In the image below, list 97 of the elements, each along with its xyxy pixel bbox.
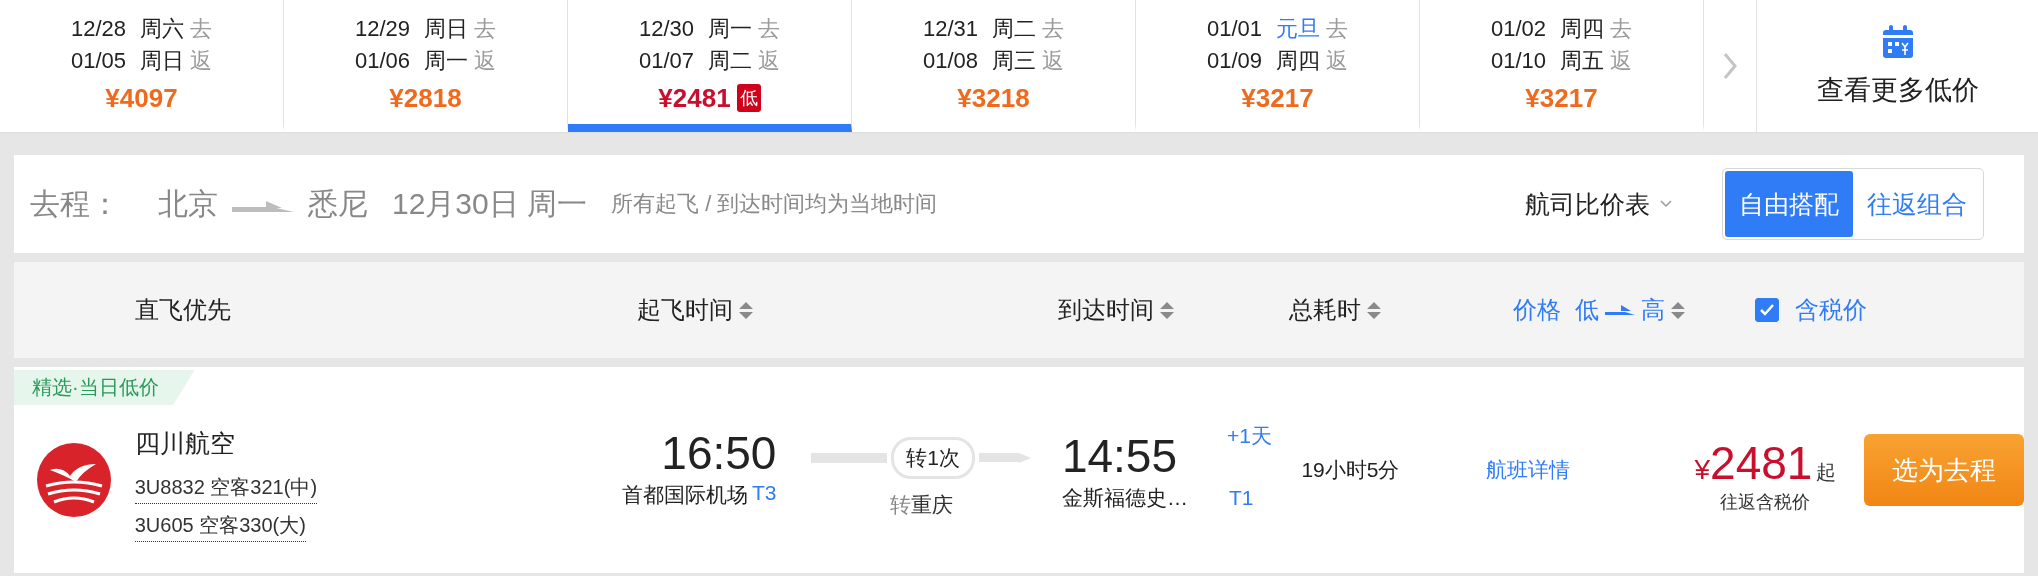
airline-compare-dropdown[interactable]: 航司比价表 bbox=[1525, 187, 1672, 221]
dropdown-label: 航司比价表 bbox=[1525, 188, 1650, 220]
date-tab[interactable]: 12/30 周一 去 01/07 周二 返 ¥2481 低 bbox=[568, 0, 852, 132]
transfer-label: 转 bbox=[889, 493, 911, 516]
airport-name: 金斯福德史… bbox=[1061, 485, 1189, 511]
date-text: 12/28 bbox=[70, 15, 127, 43]
date-tab[interactable]: 01/02 周四 去 01/10 周五 返 ¥3217 bbox=[1420, 0, 1704, 132]
departure-time: 16:50 bbox=[661, 426, 777, 481]
sort-option[interactable]: 直飞优先 bbox=[135, 294, 231, 326]
route-arrow-icon bbox=[232, 199, 294, 213]
date-text: 12/31 bbox=[922, 15, 979, 43]
weekday-text: 元旦 bbox=[1276, 15, 1321, 43]
trip-label: 去 bbox=[758, 15, 781, 43]
flight-number-link[interactable]: 3U605 空客330(大) bbox=[134, 511, 306, 542]
chevron-down-icon bbox=[1660, 200, 1672, 208]
weekday-text: 周六 bbox=[140, 15, 185, 43]
more-prices-button[interactable]: 查看更多低价 bbox=[1757, 0, 2038, 132]
trip-label: 去 bbox=[1610, 15, 1633, 43]
flight-details-link[interactable]: 航班详情 bbox=[1486, 458, 1571, 481]
trip-label: 去 bbox=[474, 15, 497, 43]
date-text: 01/02 bbox=[1490, 15, 1547, 43]
trip-label: 返 bbox=[758, 47, 781, 75]
trip-label: 返 bbox=[474, 47, 497, 75]
time-note: 所有起飞 / 到达时间均为当地时间 bbox=[611, 190, 938, 218]
airport-name: 首都国际机场 bbox=[621, 482, 748, 508]
sort-icon bbox=[739, 301, 753, 319]
terminal-text: T1 bbox=[1228, 486, 1255, 510]
tax-checkbox[interactable] bbox=[1755, 298, 1779, 322]
stops-badge: 转1次 bbox=[891, 437, 976, 479]
date-tab[interactable]: 12/29 周日 去 01/06 周一 返 ¥2818 bbox=[284, 0, 568, 132]
date-text: 01/07 bbox=[638, 47, 695, 75]
price-text: ¥3217 bbox=[1241, 82, 1314, 114]
chevron-right-icon bbox=[1723, 52, 1737, 80]
weekday-text: 周四 bbox=[1276, 47, 1321, 75]
sort-icon bbox=[1160, 301, 1174, 319]
currency-symbol: ¥ bbox=[1694, 454, 1711, 486]
price-note: 往返含税价 bbox=[1720, 491, 1811, 514]
price-text: ¥2481 bbox=[658, 82, 731, 114]
terminal-text: T3 bbox=[751, 481, 777, 506]
date-text: 12/30 bbox=[638, 15, 695, 43]
more-prices-label: 查看更多低价 bbox=[1816, 74, 1979, 107]
checkbox-label: 含税价 bbox=[1795, 295, 1867, 325]
date-text: 01/10 bbox=[1490, 47, 1547, 75]
airline-name: 四川航空 bbox=[134, 427, 236, 459]
sort-option[interactable]: 到达时间 bbox=[1058, 294, 1154, 326]
destination-city: 悉尼 bbox=[308, 185, 368, 222]
date-tab[interactable]: 12/31 周二 去 01/08 周三 返 ¥3218 bbox=[852, 0, 1136, 132]
weekday-text: 周一 bbox=[708, 15, 753, 43]
sort-icon bbox=[1367, 301, 1381, 319]
date-tab[interactable]: 12/28 周六 去 01/05 周日 返 ¥4097 bbox=[0, 0, 284, 132]
checkmark-icon bbox=[1759, 303, 1775, 317]
mode-tab[interactable]: 自由搭配 bbox=[1725, 171, 1853, 237]
date-text: 01/09 bbox=[1206, 47, 1263, 75]
duration-text: 19小时5分 bbox=[1301, 457, 1401, 483]
trip-label: 去 bbox=[1042, 15, 1065, 43]
date-text: 01/08 bbox=[922, 47, 979, 75]
weekday-text: 周三 bbox=[992, 47, 1037, 75]
trip-label: 去 bbox=[1326, 15, 1349, 43]
trip-label: 返 bbox=[1610, 47, 1633, 75]
weekday-text: 周日 bbox=[424, 15, 469, 43]
flight-number-link[interactable]: 3U8832 空客321(中) bbox=[134, 473, 318, 504]
transfer-city: 重庆 bbox=[910, 493, 953, 516]
price-text: ¥2818 bbox=[389, 82, 462, 114]
date-text: 01/06 bbox=[354, 47, 411, 75]
price-text: ¥3217 bbox=[1525, 82, 1598, 114]
weekday-text: 周一 bbox=[424, 47, 469, 75]
weekday-text: 周五 bbox=[1560, 47, 1605, 75]
price-text: ¥4097 bbox=[105, 82, 178, 114]
weekday-text: 周四 bbox=[1560, 15, 1605, 43]
sort-option[interactable]: 价格 bbox=[1513, 294, 1561, 326]
weekday-text: 周二 bbox=[992, 15, 1037, 43]
origin-city: 北京 bbox=[158, 185, 218, 222]
low-price-badge: 低 bbox=[736, 84, 761, 112]
trip-label: 返 bbox=[1042, 47, 1065, 75]
sort-option[interactable]: 起飞时间 bbox=[637, 294, 733, 326]
date-tab[interactable]: 01/01 元旦 去 01/09 周四 返 ¥3217 bbox=[1136, 0, 1420, 132]
price-amount: 2481 bbox=[1710, 436, 1813, 490]
trip-label: 去 bbox=[190, 15, 213, 43]
trip-type-label: 去程： bbox=[30, 185, 120, 222]
trip-label: 返 bbox=[1326, 47, 1349, 75]
date-text: 12/29 bbox=[354, 15, 411, 43]
price-suffix: 起 bbox=[1816, 460, 1837, 485]
sort-option[interactable]: 总耗时 bbox=[1289, 294, 1361, 326]
trip-label: 返 bbox=[190, 47, 213, 75]
travel-date: 12月30日 周一 bbox=[392, 185, 588, 222]
sort-icon bbox=[1671, 301, 1685, 319]
weekday-text: 周二 bbox=[708, 47, 753, 75]
ascending-arrow-icon bbox=[1605, 304, 1635, 316]
next-day-text: +1天 bbox=[1226, 423, 1273, 449]
weekday-text: 周日 bbox=[140, 47, 185, 75]
sort-order-text: 低 bbox=[1575, 295, 1599, 325]
date-text: 01/05 bbox=[70, 47, 127, 75]
arrival-time: 14:55 bbox=[1061, 429, 1179, 484]
date-text: 01/01 bbox=[1206, 15, 1263, 43]
sort-order-text: 高 bbox=[1641, 295, 1665, 325]
price-text: ¥3218 bbox=[957, 82, 1030, 114]
promo-tag: 精选·当日低价 bbox=[14, 370, 195, 405]
